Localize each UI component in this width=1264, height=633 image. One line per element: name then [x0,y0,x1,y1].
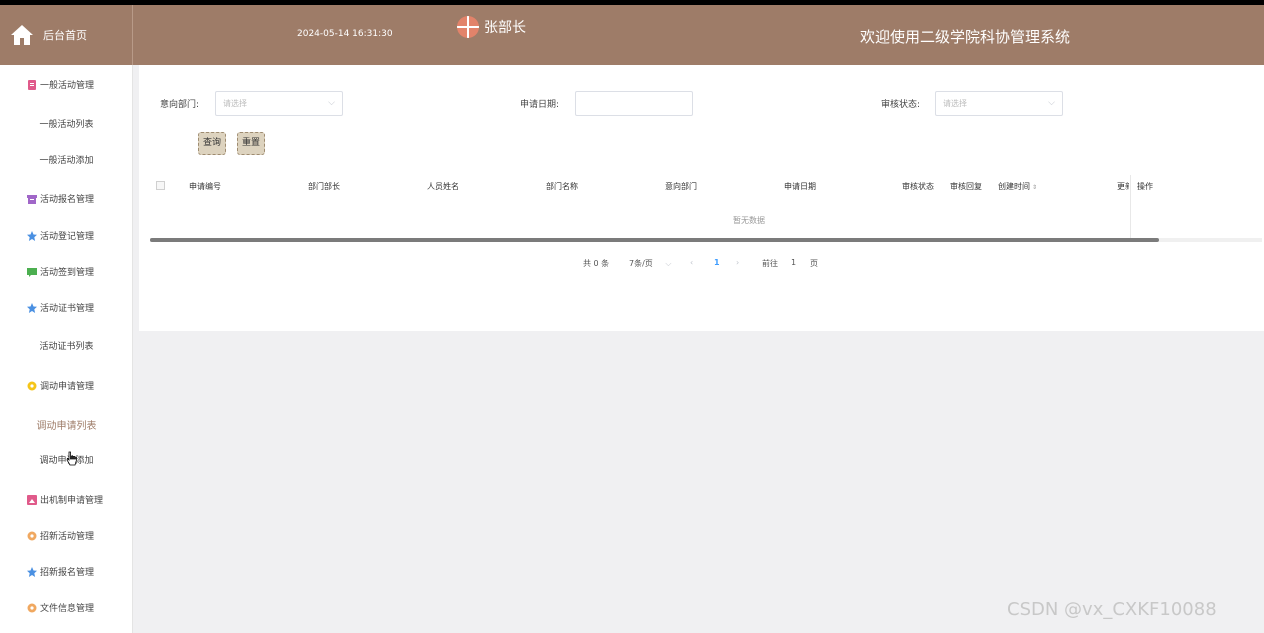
sidebar-subitem-general-activity-add[interactable]: 一般活动添加 [0,153,133,166]
column-header: 审核回复 [950,182,982,191]
page-unit-label: 页 [810,259,818,268]
horizontal-scrollbar[interactable] [150,238,1159,242]
date-filter-label: 申请日期: [520,100,560,110]
sidebar-item-file-info[interactable]: 文件信息管理 [0,601,133,614]
status-select-placeholder: 请选择 [943,99,967,108]
sortable-column-header[interactable]: 创建时间 ⇕ [998,181,1037,192]
dept-filter-label: 意向部门: [160,100,200,110]
goto-label: 前往 [762,259,778,268]
prev-page-icon[interactable]: ‹ [690,258,693,267]
sidebar-item-label: 活动报名管理 [40,195,95,205]
pagination-total: 共 0 条 [583,259,610,268]
sidebar-subitem-transfer-list[interactable]: 调动申请列表 [0,417,133,432]
chevron-down-icon: ⌵ [1048,98,1055,108]
sidebar-item-transfer-application[interactable]: 调动申请管理 [0,379,133,392]
date-input[interactable] [575,91,693,116]
dept-select-placeholder: 请选择 [223,99,247,108]
sort-caret-icon: ⇕ [1032,184,1038,191]
home-link[interactable]: 后台首页 [0,5,133,65]
column-header: 人员姓名 [427,182,459,191]
sidebar-item-activity-register[interactable]: 活动登记管理 [0,229,133,242]
star-icon [27,230,37,241]
star-icon [27,302,37,313]
sidebar-item-general-activity[interactable]: 一般活动管理 [0,78,133,91]
flower-icon [27,531,37,541]
sidebar-subitem-general-activity-list[interactable]: 一般活动列表 [0,117,133,130]
star-icon [27,566,37,577]
column-header: 部门部长 [308,182,340,191]
sidebar-item-activity-certificate[interactable]: 活动证书管理 [0,301,133,314]
comment-icon [27,267,37,277]
home-label: 后台首页 [43,29,87,42]
user-info[interactable]: 张部长 [457,16,526,38]
sidebar-item-label: 招新报名管理 [40,568,95,578]
user-avatar-icon [457,16,479,38]
column-header: 更新 [1117,182,1129,191]
current-page[interactable]: 1 [714,258,720,267]
column-header: 审核状态 [902,182,934,191]
sidebar-item-label: 一般活动管理 [40,81,95,91]
main-panel: 意向部门: 请选择 ⌵ 申请日期: 审核状态: 请选择 ⌵ 查询 重置 申请编号… [139,65,1264,331]
select-all-checkbox[interactable] [156,181,165,190]
flower-icon [27,603,37,613]
chevron-down-icon: ⌵ [665,259,672,268]
sidebar-item-label: 出机制申请管理 [40,496,104,506]
archive-icon [27,194,37,204]
sidebar-item-activity-signup[interactable]: 活动报名管理 [0,192,133,205]
search-button[interactable]: 查询 [198,132,226,155]
sidebar-item-label: 调动申请管理 [40,382,95,392]
top-header: 后台首页 2024-05-14 16:31:30 张部长 欢迎使用二级学院科协管… [0,5,1264,65]
column-header-actions: 操作 [1137,182,1153,191]
page-size-value: 7条/页 [629,259,653,268]
sidebar-item-mechanism-application[interactable]: 出机制申请管理 [0,493,133,506]
reset-button[interactable]: 重置 [237,132,265,155]
sidebar-item-label: 活动证书管理 [40,304,95,314]
sidebar-item-label: 招新活动管理 [40,532,95,542]
column-header: 部门名称 [546,182,578,191]
column-header-label: 创建时间 [998,182,1030,191]
status-filter-label: 审核状态: [881,100,921,110]
flower-icon [27,381,37,391]
mouse-cursor-icon [66,451,78,471]
dept-select[interactable]: 请选择 ⌵ [215,91,343,116]
sidebar-subitem-certificate-list[interactable]: 活动证书列表 [0,339,133,352]
sidebar-item-label: 文件信息管理 [40,604,95,614]
sidebar-item-label: 活动签到管理 [40,268,95,278]
sidebar-item-recruit-signup[interactable]: 招新报名管理 [0,565,133,578]
image-icon [27,494,37,505]
goto-page-input[interactable]: 1 [791,258,796,267]
fixed-column-divider [1130,175,1131,241]
sidebar: 一般活动管理 一般活动列表 一般活动添加 活动报名管理 活动登记管理 活动签到管… [0,65,133,633]
home-icon [10,23,34,47]
current-datetime: 2024-05-14 16:31:30 [297,29,393,39]
sidebar-item-activity-checkin[interactable]: 活动签到管理 [0,265,133,278]
chevron-down-icon: ⌵ [328,98,335,108]
system-title: 欢迎使用二级学院科协管理系统 [860,28,1071,46]
watermark: CSDN @vx_CXKF10088 [1007,599,1217,620]
sidebar-item-label: 活动登记管理 [40,232,95,242]
page-size-select[interactable]: 7条/页 ⌵ [629,258,671,269]
column-header: 意向部门 [665,182,697,191]
status-select[interactable]: 请选择 ⌵ [935,91,1063,116]
document-icon [27,79,37,90]
column-header: 申请编号 [189,182,221,191]
sidebar-item-recruit-activity[interactable]: 招新活动管理 [0,529,133,542]
table-empty-text: 暂无数据 [733,216,765,225]
user-name: 张部长 [484,20,526,36]
next-page-icon[interactable]: › [736,258,739,267]
column-header: 申请日期 [784,182,816,191]
